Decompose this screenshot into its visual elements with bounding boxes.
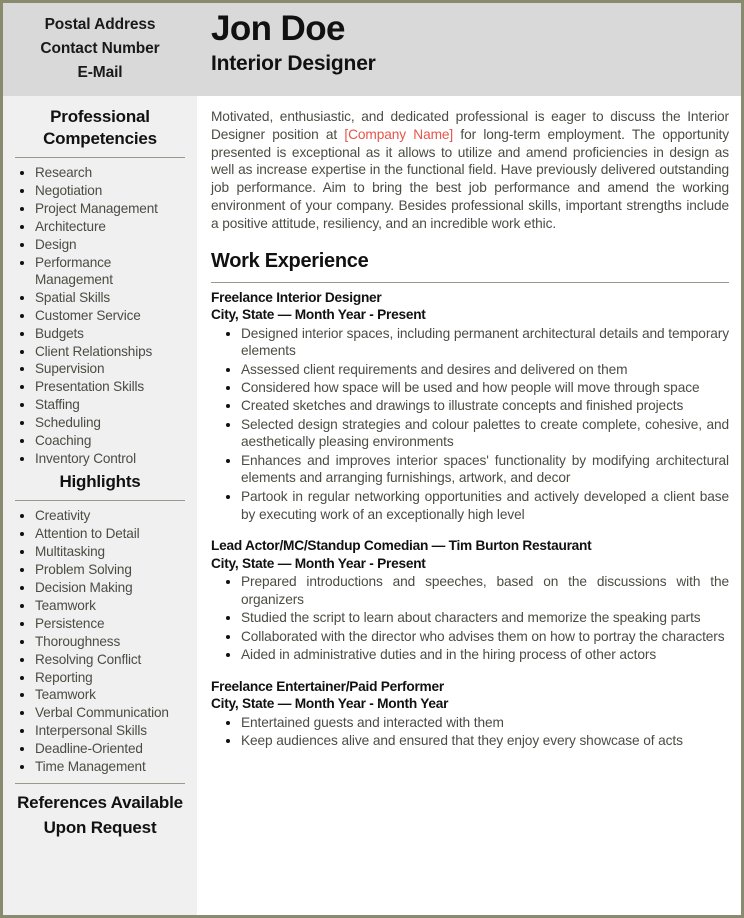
competency-item: Project Management bbox=[35, 200, 189, 217]
divider bbox=[211, 281, 729, 283]
job-bullet-item: Keep audiences alive and ensured that th… bbox=[241, 732, 729, 750]
sidebar-heading-competencies: Professional Competencies bbox=[43, 107, 157, 148]
contact-phone-number: Contact Number bbox=[40, 40, 160, 57]
job-bullet-item: Prepared introductions and speeches, bas… bbox=[241, 573, 729, 609]
contact-postal-address: Postal Address bbox=[44, 16, 156, 33]
job-bullet-item: Designed interior spaces, including perm… bbox=[241, 325, 729, 361]
highlight-item: Thoroughness bbox=[35, 633, 189, 650]
highlight-item: Creativity bbox=[35, 507, 189, 524]
company-name-placeholder: [Company Name] bbox=[344, 126, 454, 142]
competency-item: Client Relationships bbox=[35, 343, 189, 360]
competency-item: Architecture bbox=[35, 218, 189, 235]
work-experience-entry: Freelance Entertainer/Paid Performer City… bbox=[211, 678, 729, 750]
competency-item: Design bbox=[35, 236, 189, 253]
competency-item: Budgets bbox=[35, 325, 189, 342]
resume-page: Postal Address Contact Number E-Mail Jon… bbox=[0, 0, 744, 918]
job-title: Lead Actor/MC/Standup Comedian — Tim Bur… bbox=[211, 538, 592, 554]
highlight-item: Resolving Conflict bbox=[35, 651, 189, 668]
competency-item: Staffing bbox=[35, 396, 189, 413]
sidebar: Professional Competencies ResearchNegoti… bbox=[3, 96, 197, 915]
highlight-item: Multitasking bbox=[35, 543, 189, 560]
divider bbox=[15, 782, 185, 784]
main-content: Motivated, enthusiastic, and dedicated p… bbox=[197, 96, 741, 915]
job-title: Freelance Entertainer/Paid Performer bbox=[211, 678, 444, 694]
work-experience-list: Freelance Interior Designer City, State —… bbox=[211, 289, 729, 750]
job-bullet-item: Collaborated with the director who advis… bbox=[241, 628, 729, 646]
highlight-item: Attention to Detail bbox=[35, 525, 189, 542]
highlight-item: Persistence bbox=[35, 615, 189, 632]
highlight-item: Reporting bbox=[35, 669, 189, 686]
job-bullet-list: Prepared introductions and speeches, bas… bbox=[211, 573, 729, 663]
competency-item: Presentation Skills bbox=[35, 378, 189, 395]
highlight-item: Interpersonal Skills bbox=[35, 722, 189, 739]
competencies-list: ResearchNegotiationProject ManagementArc… bbox=[11, 164, 189, 467]
highlights-list: CreativityAttention to DetailMultitaskin… bbox=[11, 507, 189, 775]
work-experience-entry: Lead Actor/MC/Standup Comedian — Tim Bur… bbox=[211, 537, 729, 663]
section-heading-work-experience: Work Experience bbox=[211, 249, 369, 272]
job-bullet-item: Created sketches and drawings to illustr… bbox=[241, 397, 729, 415]
sidebar-heading-highlights: Highlights bbox=[59, 472, 141, 492]
contact-block: Postal Address Contact Number E-Mail bbox=[3, 3, 197, 96]
summary-text-after: for long-term employment. The opportunit… bbox=[211, 126, 730, 231]
job-location-dates: City, State — Month Year - Present bbox=[211, 555, 426, 571]
job-bullet-item: Partook in regular networking opportunit… bbox=[241, 488, 729, 524]
job-bullet-item: Entertained guests and interacted with t… bbox=[241, 714, 729, 732]
job-bullet-item: Aided in administrative duties and in th… bbox=[241, 646, 729, 664]
contact-email: E-Mail bbox=[77, 64, 123, 81]
highlight-item: Deadline-Oriented bbox=[35, 740, 189, 757]
references-note: References Available Upon Request bbox=[17, 792, 183, 837]
competency-item: Supervision bbox=[35, 360, 189, 377]
competency-item: Inventory Control bbox=[35, 450, 189, 467]
competency-item: Customer Service bbox=[35, 307, 189, 324]
job-bullet-item: Assessed client requirements and desires… bbox=[241, 361, 729, 379]
candidate-name: Jon Doe bbox=[211, 9, 345, 48]
resume-body: Professional Competencies ResearchNegoti… bbox=[3, 96, 741, 915]
highlight-item: Teamwork bbox=[35, 686, 189, 703]
job-bullet-item: Enhances and improves interior spaces' f… bbox=[241, 452, 729, 488]
divider bbox=[15, 500, 185, 502]
highlight-item: Verbal Communication bbox=[35, 704, 189, 721]
candidate-job-title: Interior Designer bbox=[211, 52, 376, 75]
job-location-dates: City, State — Month Year - Month Year bbox=[211, 696, 449, 712]
highlight-item: Teamwork bbox=[35, 597, 189, 614]
highlight-item: Decision Making bbox=[35, 579, 189, 596]
competency-item: Performance Management bbox=[35, 254, 189, 289]
competency-item: Spatial Skills bbox=[35, 289, 189, 306]
job-bullet-item: Considered how space will be used and ho… bbox=[241, 379, 729, 397]
job-bullet-list: Entertained guests and interacted with t… bbox=[211, 714, 729, 750]
job-bullet-item: Studied the script to learn about charac… bbox=[241, 609, 729, 627]
work-experience-entry: Freelance Interior Designer City, State —… bbox=[211, 289, 729, 524]
competency-item: Research bbox=[35, 164, 189, 181]
competency-item: Scheduling bbox=[35, 414, 189, 431]
competency-item: Coaching bbox=[35, 432, 189, 449]
job-bullet-item: Selected design strategies and colour pa… bbox=[241, 416, 729, 452]
name-title-block: Jon Doe Interior Designer bbox=[197, 3, 741, 96]
job-location-dates: City, State — Month Year - Present bbox=[211, 307, 426, 323]
professional-summary: Motivated, enthusiastic, and dedicated p… bbox=[211, 108, 729, 233]
resume-header: Postal Address Contact Number E-Mail Jon… bbox=[3, 3, 741, 96]
highlight-item: Problem Solving bbox=[35, 561, 189, 578]
divider bbox=[15, 157, 185, 158]
job-bullet-list: Designed interior spaces, including perm… bbox=[211, 325, 729, 524]
job-title: Freelance Interior Designer bbox=[211, 289, 382, 305]
highlight-item: Time Management bbox=[35, 758, 189, 775]
competency-item: Negotiation bbox=[35, 182, 189, 199]
